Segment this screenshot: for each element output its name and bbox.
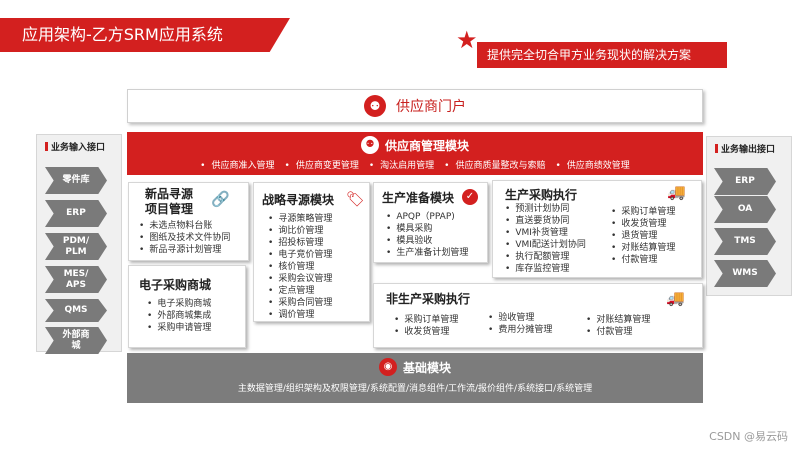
list-item: 付款管理 <box>611 254 675 266</box>
input-item-parts-library: 零件库 <box>45 167 107 194</box>
input-item-external-mall: 外部商 城 <box>45 327 107 354</box>
people-icon: ⚉ <box>364 95 386 117</box>
non-production-title: 非生产采购执行 <box>386 292 471 306</box>
supplier-portal-label: 供应商门户 <box>396 99 466 115</box>
new-sourcing-card: 新品寻源 项目管理 🔗 未选点物料台账 图纸及技术文件协同 新品寻源计划管理 <box>128 182 249 261</box>
production-purchase-card: 生产采购执行 🚚 预测计划协同 直送要货协同 VMI补货管理 VMI配送计划协同… <box>492 180 702 278</box>
list-item: 新品寻源计划管理 <box>139 244 230 256</box>
input-item-mes-aps: MES/ APS <box>45 266 107 293</box>
list-item: 付款管理 <box>586 326 650 338</box>
slogan-banner: 提供完全切合甲方业务现状的解决方案 <box>477 42 727 68</box>
production-purchase-title: 生产采购执行 <box>505 188 578 202</box>
check-icon: ✓ <box>462 189 478 205</box>
star-icon: ★ <box>456 26 478 54</box>
page-title: 应用架构-乙方SRM应用系统 <box>0 18 290 52</box>
list-item: 库存监控管理 <box>505 263 586 275</box>
supplier-mgmt-item: 供应商变更管理 <box>285 158 359 171</box>
list-item: 外部商城集成 <box>147 310 211 322</box>
list-item: 采购申请管理 <box>147 322 211 334</box>
list-item: APQP（PPAP) <box>386 211 468 223</box>
list-item: 询比价管理 <box>268 225 332 237</box>
list-item: 对账结算管理 <box>611 242 675 254</box>
list-item: 采购合同管理 <box>268 297 332 309</box>
supplier-portal-box: ⚉ 供应商门户 <box>127 89 703 123</box>
list-item: 对账结算管理 <box>586 314 650 326</box>
supplier-mgmt-item: 供应商绩效管理 <box>555 158 630 171</box>
list-item: 未选点物料台账 <box>139 220 230 232</box>
ecommerce-card: 电子采购商城 电子采购商城 外部商城集成 采购申请管理 <box>128 265 246 348</box>
truck-icon: 🚚 <box>666 289 685 307</box>
input-item-erp: ERP <box>45 200 107 227</box>
strategic-sourcing-title: 战略寻源模块 <box>262 193 335 207</box>
bell-icon: ◉ <box>378 358 397 376</box>
output-item-wms: WMS <box>714 260 776 287</box>
list-item: 执行配额管理 <box>505 251 586 263</box>
base-module: ◉ 基础模块 主数据管理/组织架构及权限管理/系统配置/消息组件/工作流/报价组… <box>127 353 703 403</box>
supplier-management-module: ⚉ 供应商管理模块 供应商准入管理 供应商变更管理 淘汰启用管理 供应商质量整改… <box>127 132 703 175</box>
tag-icon: 🏷 <box>346 190 366 208</box>
supplier-mgmt-item: 供应商准入管理 <box>200 158 274 171</box>
list-item: 电子采购商城 <box>147 298 211 310</box>
link-icon: 🔗 <box>211 190 230 208</box>
list-item: 采购订单管理 <box>394 314 458 326</box>
list-item: 验收管理 <box>488 312 552 324</box>
list-item: 退货管理 <box>611 230 675 242</box>
business-input-title: 业务输入接口 <box>37 135 121 155</box>
non-production-card: 非生产采购执行 🚚 采购订单管理 收发货管理 验收管理 费用分摊管理 对账结算管… <box>373 283 703 348</box>
list-item: 收发货管理 <box>611 218 675 230</box>
list-item: VMI配送计划协同 <box>505 239 586 251</box>
list-item: 采购订单管理 <box>611 206 675 218</box>
input-item-pdm-plm: PDM/ PLM <box>45 233 107 260</box>
list-item: 电子竞价管理 <box>268 249 332 261</box>
list-item: 收发货管理 <box>394 326 458 338</box>
list-item: 采购会议管理 <box>268 273 332 285</box>
list-item: 预测计划协同 <box>505 203 586 215</box>
new-sourcing-title: 新品寻源 项目管理 <box>145 187 194 216</box>
input-item-qms: QMS <box>45 299 107 322</box>
ecommerce-title: 电子采购商城 <box>139 278 212 292</box>
base-module-description: 主数据管理/组织架构及权限管理/系统配置/消息组件/工作流/报价组件/系统接口/… <box>237 384 593 394</box>
list-item: 直送要货协同 <box>505 215 586 227</box>
people-icon: ⚉ <box>360 136 379 154</box>
production-prep-title: 生产准备模块 <box>382 191 455 205</box>
strategic-sourcing-card: 战略寻源模块 🏷 寻源策略管理 询比价管理 招投标管理 电子竞价管理 核价管理 … <box>253 182 370 322</box>
output-item-oa: OA <box>714 196 776 223</box>
output-item-tms: TMS <box>714 228 776 255</box>
list-item: 调价管理 <box>268 309 332 321</box>
list-item: 图纸及技术文件协同 <box>139 232 230 244</box>
supplier-management-title: 供应商管理模块 <box>384 138 469 153</box>
list-item: 费用分摊管理 <box>488 324 552 336</box>
list-item: 生产准备计划管理 <box>386 247 468 259</box>
list-item: 寻源策略管理 <box>268 213 332 225</box>
base-module-title: 基础模块 <box>402 360 451 375</box>
supplier-mgmt-item: 淘汰启用管理 <box>369 158 434 171</box>
list-item: 招投标管理 <box>268 237 332 249</box>
list-item: 核价管理 <box>268 261 332 273</box>
list-item: VMI补货管理 <box>505 227 586 239</box>
production-prep-card: 生产准备模块 ✓ APQP（PPAP) 模具采购 模具验收 生产准备计划管理 <box>373 182 488 263</box>
supplier-mgmt-item: 供应商质量整改与索赔 <box>444 158 545 171</box>
watermark: CSDN @易云码 <box>709 430 788 443</box>
truck-icon: 🚚 <box>667 183 686 201</box>
business-output-title: 业务输出接口 <box>707 137 791 157</box>
output-item-erp: ERP <box>714 168 776 195</box>
list-item: 模具采购 <box>386 223 468 235</box>
list-item: 定点管理 <box>268 285 332 297</box>
list-item: 模具验收 <box>386 235 468 247</box>
